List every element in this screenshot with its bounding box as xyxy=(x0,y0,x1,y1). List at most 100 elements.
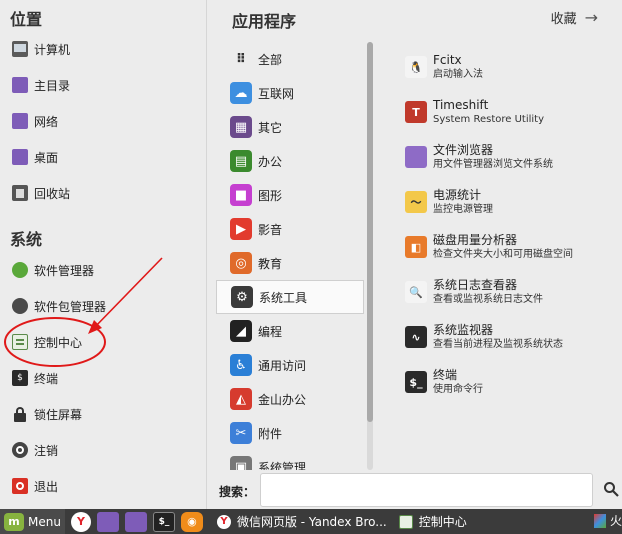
trash-icon xyxy=(12,185,28,201)
category-item[interactable]: ⚙ 系统工具 xyxy=(216,280,364,314)
power-icon xyxy=(12,478,28,494)
taskbar-task-label: 微信网页版 - Yandex Bro... xyxy=(236,515,387,529)
category-label: 编程 xyxy=(258,324,283,339)
system-item-logout[interactable]: 注销 xyxy=(12,436,202,464)
app-text: 文件浏览器 用文件管理器浏览文件系统 xyxy=(433,142,553,172)
power-statistics-icon: ～ xyxy=(405,191,427,213)
app-text: 系统日志查看器 查看或监视系统日志文件 xyxy=(433,277,543,307)
category-item[interactable]: ▤ 办公 xyxy=(216,144,364,178)
app-name: 电源统计 xyxy=(433,188,482,202)
places-item-home[interactable]: 主目录 xyxy=(12,71,202,99)
favorites-label: 收藏 xyxy=(550,12,577,27)
category-label: 互联网 xyxy=(258,86,295,101)
places-item-label: 主目录 xyxy=(34,78,71,93)
desktop-folder-icon xyxy=(12,149,28,165)
app-item[interactable]: ～ 电源统计监控电源管理 xyxy=(405,187,620,232)
app-text: 电源统计监控电源管理 xyxy=(433,187,493,217)
app-item[interactable]: 文件浏览器 用文件管理器浏览文件系统 xyxy=(405,142,620,187)
network-folder-icon xyxy=(12,113,28,129)
category-item[interactable]: ▦ 其它 xyxy=(216,110,364,144)
category-label: 金山办公 xyxy=(258,392,307,407)
terminal-launcher-icon[interactable]: $_ xyxy=(152,511,175,532)
system-item-control-center[interactable]: 控制中心 xyxy=(12,328,202,356)
app-item[interactable]: ◧ 磁盘用量分析器 检查文件夹大小和可用磁盘空间 xyxy=(405,232,620,277)
places-item-network[interactable]: 网络 xyxy=(12,107,202,135)
category-item[interactable]: ✂ 附件 xyxy=(216,416,364,450)
logout-icon xyxy=(12,442,28,458)
category-panel: 应用程序 ⠿ 全部 ☁ 互联网 ▦ 其它 ▤ 办公 ■ 图形 ▶ 影音 ◎ 教育 ⚙ 系统工具 ◢ 编程 ♿ 通用访问… xyxy=(208,0,383,470)
disk-usage-icon: ◧ xyxy=(405,236,427,258)
system-item-label: 软件包管理器 xyxy=(34,299,107,314)
apps-panel: 收藏 → 🐧 Fcitx 启动输入法 T Timeshift System Restore… xyxy=(385,0,622,470)
graphics-icon: ■ xyxy=(230,184,252,206)
category-label: 影音 xyxy=(258,222,283,237)
category-item[interactable]: ◢ 编程 xyxy=(216,314,364,348)
menu-button-label: Menu xyxy=(28,514,61,529)
app-list: 🐧 Fcitx 启动输入法 T Timeshift System Restore Util… xyxy=(405,52,620,412)
system-item-lock[interactable]: 锁住屏幕 xyxy=(12,400,202,428)
app-item[interactable]: 🔍 系统日志查看器 查看或监视系统日志文件 xyxy=(405,277,620,322)
yandex-launcher-icon[interactable]: Y xyxy=(70,511,91,532)
category-scrollbar[interactable] xyxy=(367,42,373,470)
app-item[interactable]: T Timeshift System Restore Utility xyxy=(405,97,620,142)
grid-icon: ▦ xyxy=(230,116,252,138)
app-description: 监控电源管理 xyxy=(433,204,493,215)
category-item[interactable]: ♿ 通用访问 xyxy=(216,348,364,382)
system-item-package-manager[interactable]: 软件包管理器 xyxy=(12,292,202,320)
search-input[interactable] xyxy=(260,473,593,507)
app-text: Fcitx 启动输入法 xyxy=(433,52,483,82)
applications-title: 应用程序 xyxy=(232,12,297,31)
menu-button[interactable]: m Menu xyxy=(0,509,65,534)
system-item-software-manager[interactable]: 软件管理器 xyxy=(12,256,202,284)
app-text: 系统监视器 查看当前进程及监视系统状态 xyxy=(433,322,563,352)
category-item[interactable]: ◎ 教育 xyxy=(216,246,364,280)
yandex-icon: Y xyxy=(216,514,231,529)
places-item-label: 网络 xyxy=(34,114,59,129)
system-item-quit[interactable]: 退出 xyxy=(12,472,202,500)
category-item[interactable]: ◭ 金山办公 xyxy=(216,382,364,416)
category-item[interactable]: ■ 图形 xyxy=(216,178,364,212)
favorites-button[interactable]: 收藏 → xyxy=(551,8,598,27)
terminal-icon: $_ xyxy=(405,371,427,393)
places-item-desktop[interactable]: 桌面 xyxy=(12,143,202,171)
folder-launcher-icon[interactable] xyxy=(96,511,119,532)
category-item[interactable]: ▶ 影音 xyxy=(216,212,364,246)
search-label: 搜索： xyxy=(219,485,256,499)
folder-launcher-icon[interactable] xyxy=(124,511,147,532)
category-label: 系统工具 xyxy=(259,290,308,305)
taskbar-task-yandex[interactable]: Y 微信网页版 - Yandex Bro... xyxy=(211,509,393,534)
folder-icon xyxy=(405,146,427,168)
firefox-launcher-icon[interactable]: ◉ xyxy=(180,511,203,532)
app-item[interactable]: 🐧 Fcitx 启动输入法 xyxy=(405,52,620,97)
category-item[interactable]: ☁ 互联网 xyxy=(216,76,364,110)
app-item[interactable]: $_ 终端 使用命令行 xyxy=(405,367,620,412)
app-item[interactable]: ∿ 系统监视器 查看当前进程及监视系统状态 xyxy=(405,322,620,367)
category-item[interactable]: ▣ 系统管理 xyxy=(216,450,364,470)
taskbar: m Menu Y $_ ◉ Y 微信网页版 - Yandex Bro... 控制… xyxy=(0,509,622,534)
category-scrollbar-thumb[interactable] xyxy=(367,42,373,422)
category-label: 通用访问 xyxy=(258,358,307,373)
left-panel: 位置 计算机 主目录 网络 桌面 回收站 系统 软件管理器 软件包管理器 控制中… xyxy=(0,0,207,510)
category-label: 附件 xyxy=(258,426,283,441)
app-text: 终端 使用命令行 xyxy=(433,367,483,397)
taskbar-overflow[interactable]: 火 xyxy=(593,512,622,529)
system-item-label: 退出 xyxy=(34,479,59,494)
arrow-right-icon: → xyxy=(584,8,598,27)
app-name: 系统日志查看器 xyxy=(433,278,518,292)
category-item[interactable]: ⠿ 全部 xyxy=(216,42,364,76)
terminal-icon: $ xyxy=(12,370,28,386)
gear-icon: ⚙ xyxy=(231,286,253,308)
search-icon[interactable] xyxy=(603,481,619,497)
scissors-icon: ✂ xyxy=(230,422,252,444)
system-item-label: 控制中心 xyxy=(34,335,83,350)
places-item-trash[interactable]: 回收站 xyxy=(12,179,202,207)
places-item-computer[interactable]: 计算机 xyxy=(12,35,202,63)
home-folder-icon xyxy=(12,77,28,93)
start-menu: 位置 计算机 主目录 网络 桌面 回收站 系统 软件管理器 软件包管理器 控制中… xyxy=(0,0,622,510)
wps-icon: ◭ xyxy=(230,388,252,410)
system-monitor-icon: ∿ xyxy=(405,326,427,348)
admin-icon: ▣ xyxy=(230,456,252,470)
places-item-label: 计算机 xyxy=(34,42,71,57)
system-item-terminal[interactable]: $ 终端 xyxy=(12,364,202,392)
taskbar-task-control-center[interactable]: 控制中心 xyxy=(393,509,473,534)
